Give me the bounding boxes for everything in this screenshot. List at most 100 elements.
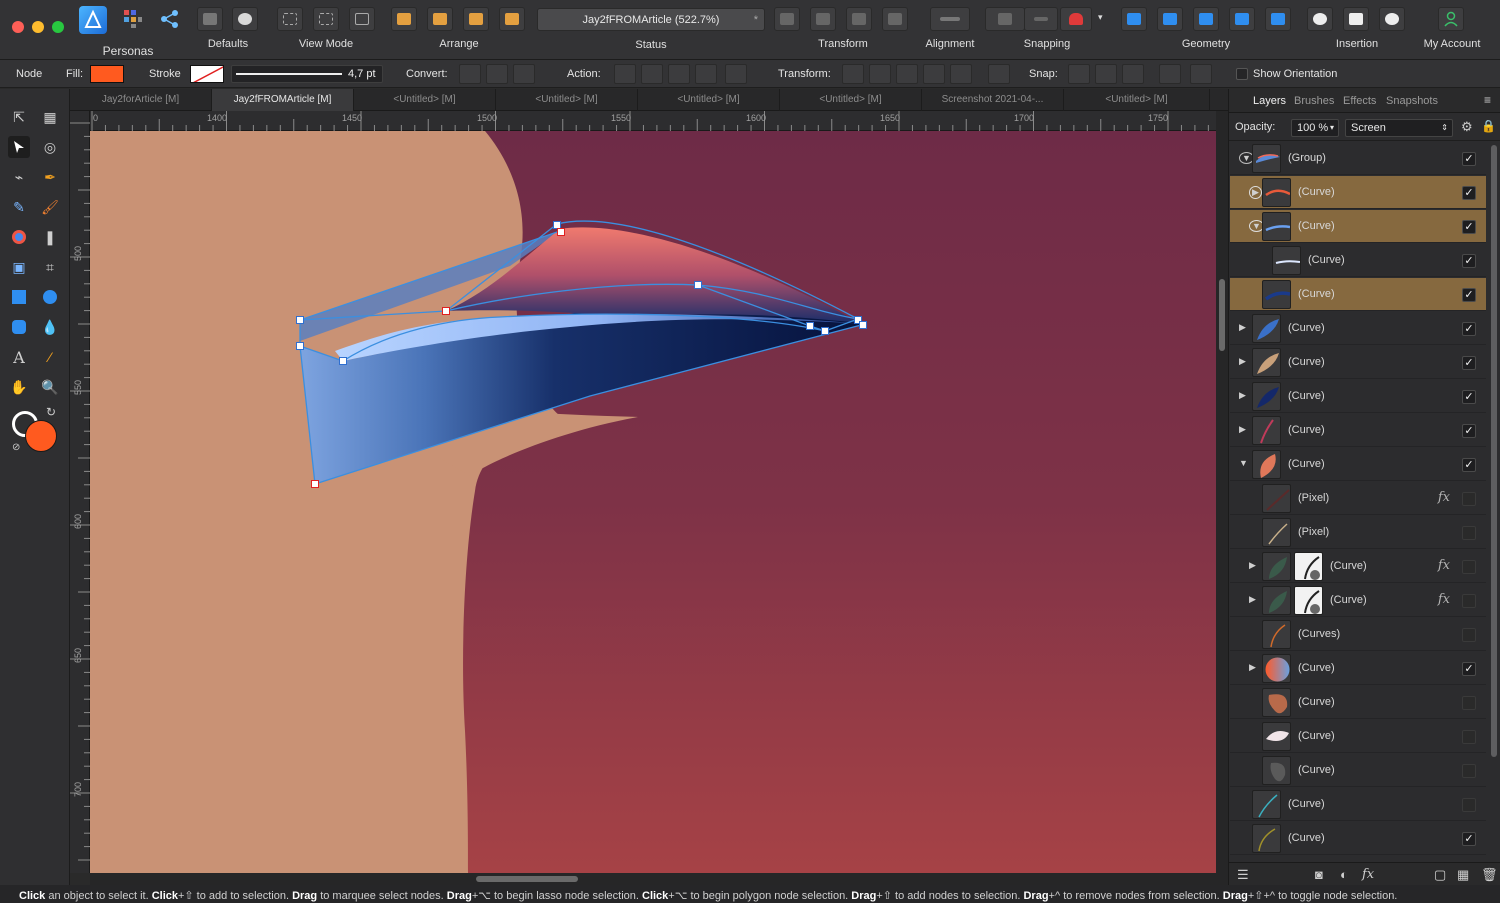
layer-visibility-checkbox[interactable]: ✓ (1462, 288, 1476, 302)
layer-row[interactable]: ▶ (Curve) fx ✓ (1230, 550, 1486, 583)
sync-defaults-button[interactable] (197, 7, 223, 31)
add-layer-icon[interactable]: ▢ (1434, 867, 1446, 883)
layer-row[interactable]: ▶ (Curve) fx ✓ (1230, 584, 1486, 617)
snap-option-5[interactable] (1190, 64, 1212, 84)
path-node[interactable] (296, 316, 304, 324)
layer-row[interactable]: ▶ (Curve) ✓ (1230, 176, 1486, 209)
expand-layer-icon[interactable]: ▶ (1249, 560, 1256, 571)
layer-row[interactable]: (Curve) ✓ (1230, 278, 1486, 311)
arrange-front-button[interactable] (499, 7, 525, 31)
stroke-swatch[interactable] (190, 65, 224, 83)
layer-row[interactable]: (Curve) ✓ (1230, 788, 1486, 821)
break-curve-button[interactable] (614, 64, 636, 84)
layer-row[interactable]: ▼ (Group) ✓ (1230, 142, 1486, 175)
path-node[interactable] (859, 321, 867, 329)
rotate-right-button[interactable] (882, 7, 908, 31)
layer-row[interactable]: (Pixel) fx ✓ (1230, 482, 1486, 515)
collapse-layer-icon[interactable]: ▼ (1239, 458, 1248, 468)
path-node-selected[interactable] (442, 307, 450, 315)
my-account-button[interactable] (1438, 7, 1464, 31)
alignment-button[interactable] (930, 7, 970, 31)
layer-fx-icon[interactable]: fx (1438, 558, 1450, 573)
layer-fx-icon[interactable]: fx (1438, 490, 1450, 505)
color-picker-icon[interactable]: ⁄ (39, 346, 61, 368)
point-transform-icon[interactable]: ⌁ (8, 166, 30, 188)
layers-scroll-thumb[interactable] (1491, 145, 1497, 757)
rectangle-tool-icon[interactable] (8, 286, 30, 308)
view-mode-button-1[interactable] (277, 7, 303, 31)
layer-visibility-checkbox[interactable]: ✓ (1462, 696, 1476, 710)
no-color-icon[interactable]: ⊘ (12, 442, 20, 453)
view-mode-button-2[interactable] (313, 7, 339, 31)
show-orientation-checkbox[interactable] (1236, 68, 1248, 80)
tab-document[interactable]: <Untitled> [M] (638, 89, 780, 111)
crop-tool-icon[interactable]: ⌗ (39, 256, 61, 278)
expand-layer-icon[interactable]: ▶ (1239, 424, 1246, 435)
adjustment-icon[interactable]: ◐ (1340, 867, 1348, 882)
layer-row[interactable]: (Curve) ✓ (1230, 720, 1486, 753)
convert-sharp-button[interactable] (459, 64, 481, 84)
teardrop-tool-icon[interactable]: 💧 (39, 316, 61, 338)
path-node[interactable] (296, 342, 304, 350)
horizontal-scrollbar[interactable] (90, 873, 1216, 885)
expand-layer-icon[interactable]: ▶ (1249, 662, 1256, 673)
vertical-scroll-thumb[interactable] (1219, 279, 1225, 351)
geometry-intersect-button[interactable] (1193, 7, 1219, 31)
layer-visibility-checkbox[interactable]: ✓ (1462, 526, 1476, 540)
layer-visibility-checkbox[interactable]: ✓ (1462, 764, 1476, 778)
convert-smart-button[interactable] (513, 64, 535, 84)
layer-visibility-checkbox[interactable]: ✓ (1462, 832, 1476, 846)
layer-row[interactable]: (Pixel) ✓ (1230, 516, 1486, 549)
layer-visibility-checkbox[interactable]: ✓ (1462, 492, 1476, 506)
geometry-subtract-button[interactable] (1157, 7, 1183, 31)
corner-tool-icon[interactable]: ◎ (39, 136, 61, 158)
document-status-field[interactable]: Jay2fFROMArticle (522.7%) * (537, 8, 765, 31)
rounded-rectangle-tool-icon[interactable] (8, 316, 30, 338)
panel-menu-icon[interactable]: ≡ (1484, 93, 1491, 107)
layer-visibility-checkbox[interactable]: ✓ (1462, 152, 1476, 166)
tab-layers[interactable]: Layers (1253, 95, 1286, 107)
layer-row[interactable]: ▶ (Curve) ✓ (1230, 312, 1486, 345)
geometry-add-button[interactable] (1121, 7, 1147, 31)
lock-icon[interactable]: 🔒 (1481, 119, 1496, 133)
fill-swatch[interactable] (90, 65, 124, 83)
layer-visibility-checkbox[interactable]: ✓ (1462, 662, 1476, 676)
layer-row[interactable]: (Curve) ✓ (1230, 822, 1486, 855)
expand-layer-icon[interactable]: ▶ (1249, 594, 1256, 605)
pixel-persona-icon[interactable] (123, 9, 143, 29)
fx-icon[interactable]: fx (1362, 867, 1374, 882)
move-tool-icon[interactable]: ⇱ (8, 106, 30, 128)
add-group-icon[interactable]: ▦ (1457, 867, 1469, 883)
expand-layer-icon[interactable]: ▶ (1239, 322, 1246, 333)
vertical-scrollbar[interactable] (1216, 111, 1228, 885)
tab-document-active[interactable]: Jay2fFROMArticle [M] (212, 89, 354, 111)
swap-colors-icon[interactable]: ↻ (46, 405, 56, 419)
insert-behind-button[interactable] (1343, 7, 1369, 31)
rotate-left-button[interactable] (846, 7, 872, 31)
path-node[interactable] (694, 281, 702, 289)
flip-vertical-button[interactable] (810, 7, 836, 31)
layer-visibility-checkbox[interactable]: ✓ (1462, 798, 1476, 812)
layer-row[interactable]: ▶ (Curve) ✓ (1230, 414, 1486, 447)
tab-effects[interactable]: Effects (1343, 95, 1376, 107)
layer-row[interactable]: ▶ (Curve) ✓ (1230, 346, 1486, 379)
close-curve-button[interactable] (641, 64, 663, 84)
tab-document[interactable]: Jay2forArticle [M] (70, 89, 212, 111)
join-curves-button[interactable] (695, 64, 717, 84)
zoom-window-button[interactable] (52, 21, 64, 33)
layer-visibility-checkbox[interactable]: ✓ (1462, 458, 1476, 472)
vertical-ruler[interactable]: 500 550 600 650 700 (70, 111, 90, 873)
path-node[interactable] (806, 322, 814, 330)
revert-defaults-button[interactable] (232, 7, 258, 31)
minimize-window-button[interactable] (32, 21, 44, 33)
expand-layer-icon[interactable]: ▶ (1239, 356, 1246, 367)
snapping-arrow-button[interactable] (1024, 7, 1058, 31)
layer-row[interactable]: (Curve) ✓ (1230, 686, 1486, 719)
tab-document[interactable]: <Untitled> [M] (1064, 89, 1210, 111)
layer-row[interactable]: ▶ (Curve) ✓ (1230, 380, 1486, 413)
place-image-icon[interactable]: ▣ (8, 256, 30, 278)
path-node-selected[interactable] (311, 480, 319, 488)
path-node[interactable] (339, 357, 347, 365)
layer-list[interactable]: ▼ (Group) ✓ ▶ (Curve) ✓ ▼ (Curve) ✓ (Curve) ✓ (Curv… (1229, 142, 1489, 862)
layer-row[interactable]: (Curve) ✓ (1230, 754, 1486, 787)
